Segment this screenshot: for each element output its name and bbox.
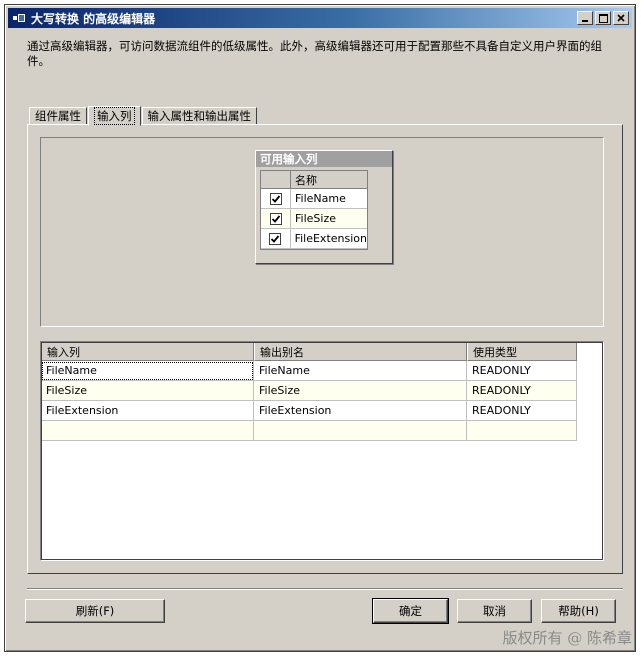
- column-name: FileName: [295, 192, 346, 205]
- available-columns-title: 可用输入列: [256, 151, 392, 167]
- column-name: FileExtension: [294, 232, 367, 245]
- component-icon: [12, 11, 26, 25]
- copyright-watermark: 版权所有 @ 陈希章: [502, 629, 632, 647]
- editor-description: 通过高级编辑器，可访问数据流组件的低级属性。此外，高级编辑器还可用于配置那些不具…: [27, 39, 602, 68]
- output-alias-cell[interactable]: [254, 421, 467, 441]
- grid-header-row: 输入列 输出别名 使用类型: [41, 342, 603, 361]
- table-row: FileSize FileSize READONLY: [41, 381, 603, 401]
- footer-separator: [27, 588, 623, 590]
- usage-type-header[interactable]: 使用类型: [467, 342, 577, 361]
- tab-label: 输入属性和输出属性: [147, 109, 252, 123]
- ok-button[interactable]: 确定: [372, 598, 449, 624]
- title-bar[interactable]: 大写转换 的高级编辑器: [8, 8, 632, 28]
- input-column-header[interactable]: 输入列: [41, 342, 254, 361]
- input-column-cell[interactable]: FileName: [41, 361, 254, 381]
- usage-type-cell[interactable]: READONLY: [467, 361, 577, 381]
- output-alias-cell[interactable]: FileSize: [254, 381, 467, 401]
- new-table-row: [41, 421, 603, 441]
- list-item: FileExtension: [261, 229, 367, 249]
- output-alias-cell[interactable]: FileName: [254, 361, 467, 381]
- help-button[interactable]: 帮助(H): [541, 599, 616, 623]
- window-title: 大写转换 的高级编辑器: [31, 11, 156, 26]
- table-row: FileName FileName READONLY: [41, 361, 603, 381]
- usage-type-cell[interactable]: [467, 421, 577, 441]
- checkmark-icon: [271, 234, 280, 243]
- cancel-button[interactable]: 取消: [457, 599, 532, 623]
- maximize-icon: [598, 13, 608, 23]
- tab-input-output-properties[interactable]: 输入属性和输出属性: [141, 107, 257, 125]
- close-button[interactable]: [613, 11, 629, 25]
- input-column-cell[interactable]: [41, 421, 254, 441]
- close-icon: [617, 14, 625, 22]
- column-checkbox[interactable]: [269, 192, 282, 205]
- tab-label: 组件属性: [35, 109, 81, 123]
- list-item: FileName: [261, 189, 367, 209]
- output-alias-cell[interactable]: FileExtension: [254, 401, 467, 421]
- available-input-columns-box[interactable]: 可用输入列 名称 FileName FileSize FileExtension: [255, 150, 393, 264]
- input-columns-panel: 可用输入列 名称 FileName FileSize FileExtension…: [27, 124, 623, 574]
- output-alias-header[interactable]: 输出别名: [254, 342, 467, 361]
- designer-area: 可用输入列 名称 FileName FileSize FileExtension: [40, 137, 604, 327]
- name-column-header: 名称: [295, 173, 317, 187]
- maximize-button[interactable]: [595, 11, 611, 25]
- minimize-button[interactable]: [577, 11, 593, 25]
- list-item: FileSize: [261, 209, 367, 229]
- available-columns-grid: 名称 FileName FileSize FileExtension: [260, 170, 368, 250]
- usage-type-cell[interactable]: READONLY: [467, 381, 577, 401]
- checkmark-icon: [271, 194, 280, 203]
- table-row: FileExtension FileExtension READONLY: [41, 401, 603, 421]
- checkmark-icon: [271, 214, 280, 223]
- column-checkbox[interactable]: [269, 212, 282, 225]
- tab-label: 输入列: [94, 107, 135, 125]
- tab-input-columns[interactable]: 输入列: [88, 106, 141, 126]
- grid-header-row: 名称: [261, 171, 367, 189]
- minimize-icon: [582, 20, 588, 22]
- input-column-cell[interactable]: FileSize: [41, 381, 254, 401]
- column-name: FileSize: [295, 212, 336, 225]
- tab-strip: 组件属性 输入列 输入属性和输出属性: [29, 103, 258, 126]
- column-checkbox[interactable]: [269, 232, 282, 245]
- checkbox-header: [261, 171, 291, 188]
- advanced-editor-dialog: 大写转换 的高级编辑器 通过高级编辑器，可访问数据流组件的低级属性。此外，高级编…: [4, 4, 636, 652]
- column-mapping-grid: 输入列 输出别名 使用类型 FileName FileName READONLY…: [40, 341, 604, 561]
- tab-component-properties[interactable]: 组件属性: [29, 107, 87, 125]
- usage-type-cell[interactable]: READONLY: [467, 401, 577, 421]
- input-column-cell[interactable]: FileExtension: [41, 401, 254, 421]
- refresh-button[interactable]: 刷新(F): [25, 599, 165, 623]
